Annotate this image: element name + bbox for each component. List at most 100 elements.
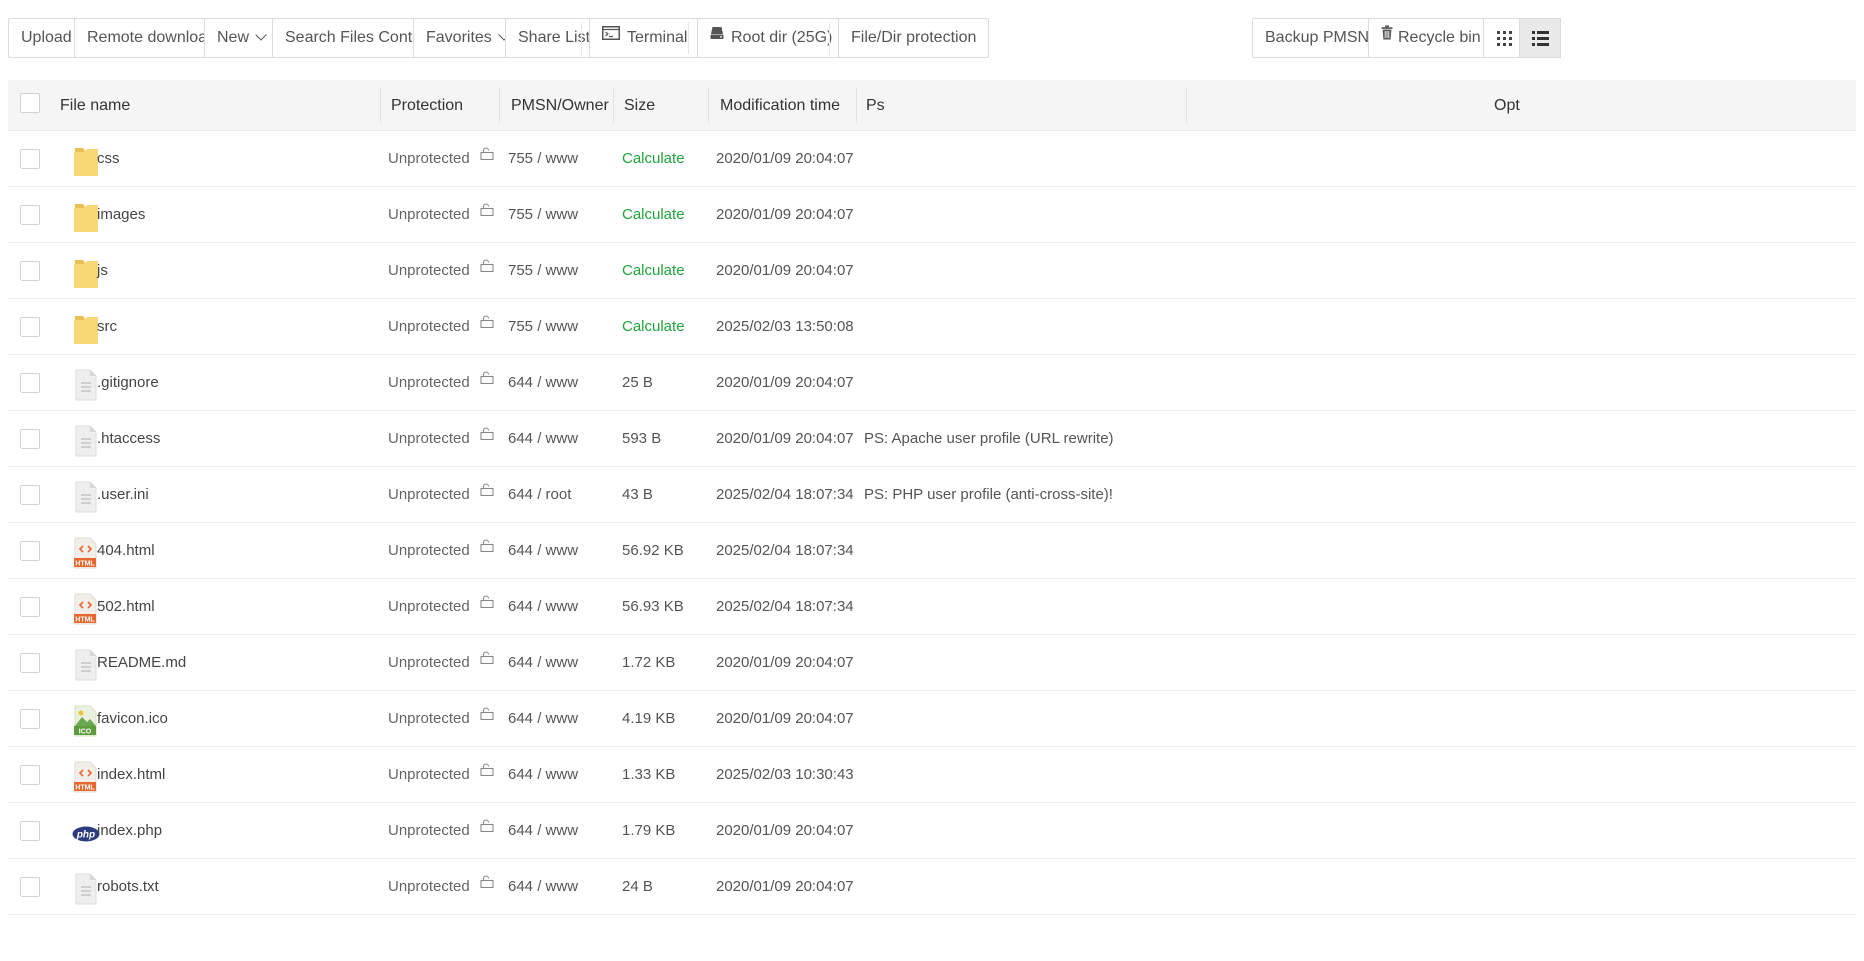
file-size: 25 B — [622, 374, 653, 391]
calculate-size-link[interactable]: Calculate — [622, 187, 685, 243]
protection-status[interactable]: Unprotected — [388, 635, 494, 691]
header-size[interactable]: Size — [624, 80, 655, 131]
calculate-size-link[interactable]: Calculate — [622, 299, 685, 355]
table-row[interactable]: .htaccess Unprotected 644 / www 593 B 20… — [8, 411, 1856, 467]
file-name[interactable]: 502.html — [97, 579, 155, 635]
protection-status[interactable]: Unprotected — [388, 691, 494, 747]
row-checkbox[interactable] — [20, 765, 40, 785]
row-checkbox[interactable] — [20, 485, 40, 505]
protection-status[interactable]: Unprotected — [388, 299, 494, 355]
table-row[interactable]: .user.ini Unprotected 644 / root 43 B 20… — [8, 467, 1856, 523]
file-name[interactable]: favicon.ico — [97, 691, 168, 747]
file-dir-protection-button[interactable]: File/Dir protection — [838, 18, 990, 58]
calculate-size-link[interactable]: Calculate — [622, 131, 685, 187]
permission-owner[interactable]: 644 / www — [508, 803, 578, 859]
ps-note[interactable]: PS: Apache user profile (URL rewrite) — [864, 411, 1114, 467]
text-file-icon — [72, 425, 100, 457]
permission-owner[interactable]: 755 / www — [508, 131, 578, 187]
row-checkbox[interactable] — [20, 821, 40, 841]
table-row[interactable]: src Unprotected 755 / www Calculate 2025… — [8, 299, 1856, 355]
file-name[interactable]: index.html — [97, 747, 165, 803]
protection-status[interactable]: Unprotected — [388, 523, 494, 579]
header-file-name[interactable]: File name — [60, 80, 130, 131]
row-checkbox[interactable] — [20, 205, 40, 225]
file-name[interactable]: js — [97, 243, 108, 299]
permission-owner[interactable]: 755 / www — [508, 299, 578, 355]
permission-owner[interactable]: 644 / www — [508, 411, 578, 467]
file-size: 4.19 KB — [622, 710, 676, 727]
protection-status[interactable]: Unprotected — [388, 747, 494, 803]
header-pmsn-owner[interactable]: PMSN/Owner — [511, 80, 609, 131]
table-row[interactable]: php index.php Unprotected 644 / www 1.79… — [8, 803, 1856, 859]
row-checkbox[interactable] — [20, 597, 40, 617]
calculate-size-link[interactable]: Calculate — [622, 243, 685, 299]
terminal-button[interactable]: Terminal — [589, 18, 701, 58]
file-name[interactable]: css — [97, 131, 120, 187]
header-protection[interactable]: Protection — [391, 80, 463, 131]
table-row[interactable]: js Unprotected 755 / www Calculate 2020/… — [8, 243, 1856, 299]
file-name[interactable]: .user.ini — [97, 467, 149, 523]
file-name[interactable]: 404.html — [97, 523, 155, 579]
protection-status[interactable]: Unprotected — [388, 243, 494, 299]
table-row[interactable]: HTML 502.html Unprotected 644 / www 56.9… — [8, 579, 1856, 635]
permission-owner[interactable]: 644 / www — [508, 635, 578, 691]
protection-status[interactable]: Unprotected — [388, 411, 494, 467]
header-modification-time[interactable]: Modification time — [720, 80, 840, 131]
permission-owner[interactable]: 755 / www — [508, 187, 578, 243]
modification-time: 2020/01/09 20:04:07 — [716, 374, 854, 391]
column-divider — [708, 88, 709, 123]
file-name[interactable]: src — [97, 299, 117, 355]
table-row[interactable]: HTML 404.html Unprotected 644 / www 56.9… — [8, 523, 1856, 579]
table-row[interactable]: .gitignore Unprotected 644 / www 25 B 20… — [8, 355, 1856, 411]
root-dir-button[interactable]: Root dir (25G) — [697, 18, 846, 58]
permission-owner[interactable]: 644 / root — [508, 467, 571, 523]
row-checkbox[interactable] — [20, 429, 40, 449]
permission-owner[interactable]: 644 / www — [508, 859, 578, 915]
unlock-icon — [480, 744, 494, 800]
select-all-checkbox[interactable] — [20, 93, 40, 113]
permission-owner[interactable]: 644 / www — [508, 579, 578, 635]
row-checkbox[interactable] — [20, 709, 40, 729]
permission-owner[interactable]: 644 / www — [508, 355, 578, 411]
modification-time: 2025/02/04 18:07:34 — [716, 598, 854, 615]
row-checkbox[interactable] — [20, 317, 40, 337]
protection-status[interactable]: Unprotected — [388, 579, 494, 635]
protection-status[interactable]: Unprotected — [388, 859, 494, 915]
text-file-icon — [72, 649, 100, 681]
table-row[interactable]: css Unprotected 755 / www Calculate 2020… — [8, 131, 1856, 187]
protection-status[interactable]: Unprotected — [388, 355, 494, 411]
permission-owner[interactable]: 644 / www — [508, 691, 578, 747]
table-row[interactable]: ICO favicon.ico Unprotected 644 / www 4.… — [8, 691, 1856, 747]
recycle-bin-button[interactable]: Recycle bin — [1368, 18, 1494, 58]
backup-pmsn-button[interactable]: Backup PMSN — [1252, 18, 1383, 58]
permission-owner[interactable]: 755 / www — [508, 243, 578, 299]
list-view-button[interactable] — [1519, 18, 1561, 58]
protection-status[interactable]: Unprotected — [388, 467, 494, 523]
row-checkbox[interactable] — [20, 261, 40, 281]
row-checkbox[interactable] — [20, 653, 40, 673]
table-row[interactable]: images Unprotected 755 / www Calculate 2… — [8, 187, 1856, 243]
protection-status[interactable]: Unprotected — [388, 803, 494, 859]
table-row[interactable]: robots.txt Unprotected 644 / www 24 B 20… — [8, 859, 1856, 915]
file-name[interactable]: index.php — [97, 803, 162, 859]
file-name[interactable]: images — [97, 187, 145, 243]
file-name[interactable]: .htaccess — [97, 411, 160, 467]
protection-status[interactable]: Unprotected — [388, 187, 494, 243]
row-checkbox[interactable] — [20, 877, 40, 897]
ps-note[interactable]: PS: PHP user profile (anti-cross-site)! — [864, 467, 1113, 523]
table-row[interactable]: HTML index.html Unprotected 644 / www 1.… — [8, 747, 1856, 803]
file-name[interactable]: README.md — [97, 635, 186, 691]
new-dropdown-button[interactable]: New — [204, 18, 279, 58]
table-row[interactable]: README.md Unprotected 644 / www 1.72 KB … — [8, 635, 1856, 691]
row-checkbox[interactable] — [20, 149, 40, 169]
unlock-icon — [480, 464, 494, 520]
row-checkbox[interactable] — [20, 373, 40, 393]
permission-owner[interactable]: 644 / www — [508, 747, 578, 803]
row-checkbox[interactable] — [20, 541, 40, 561]
protection-status[interactable]: Unprotected — [388, 131, 494, 187]
file-name[interactable]: .gitignore — [97, 355, 159, 411]
file-name[interactable]: robots.txt — [97, 859, 159, 915]
protection-label: Unprotected — [388, 766, 470, 783]
permission-owner[interactable]: 644 / www — [508, 523, 578, 579]
recycle-bin-label: Recycle bin — [1398, 29, 1481, 46]
